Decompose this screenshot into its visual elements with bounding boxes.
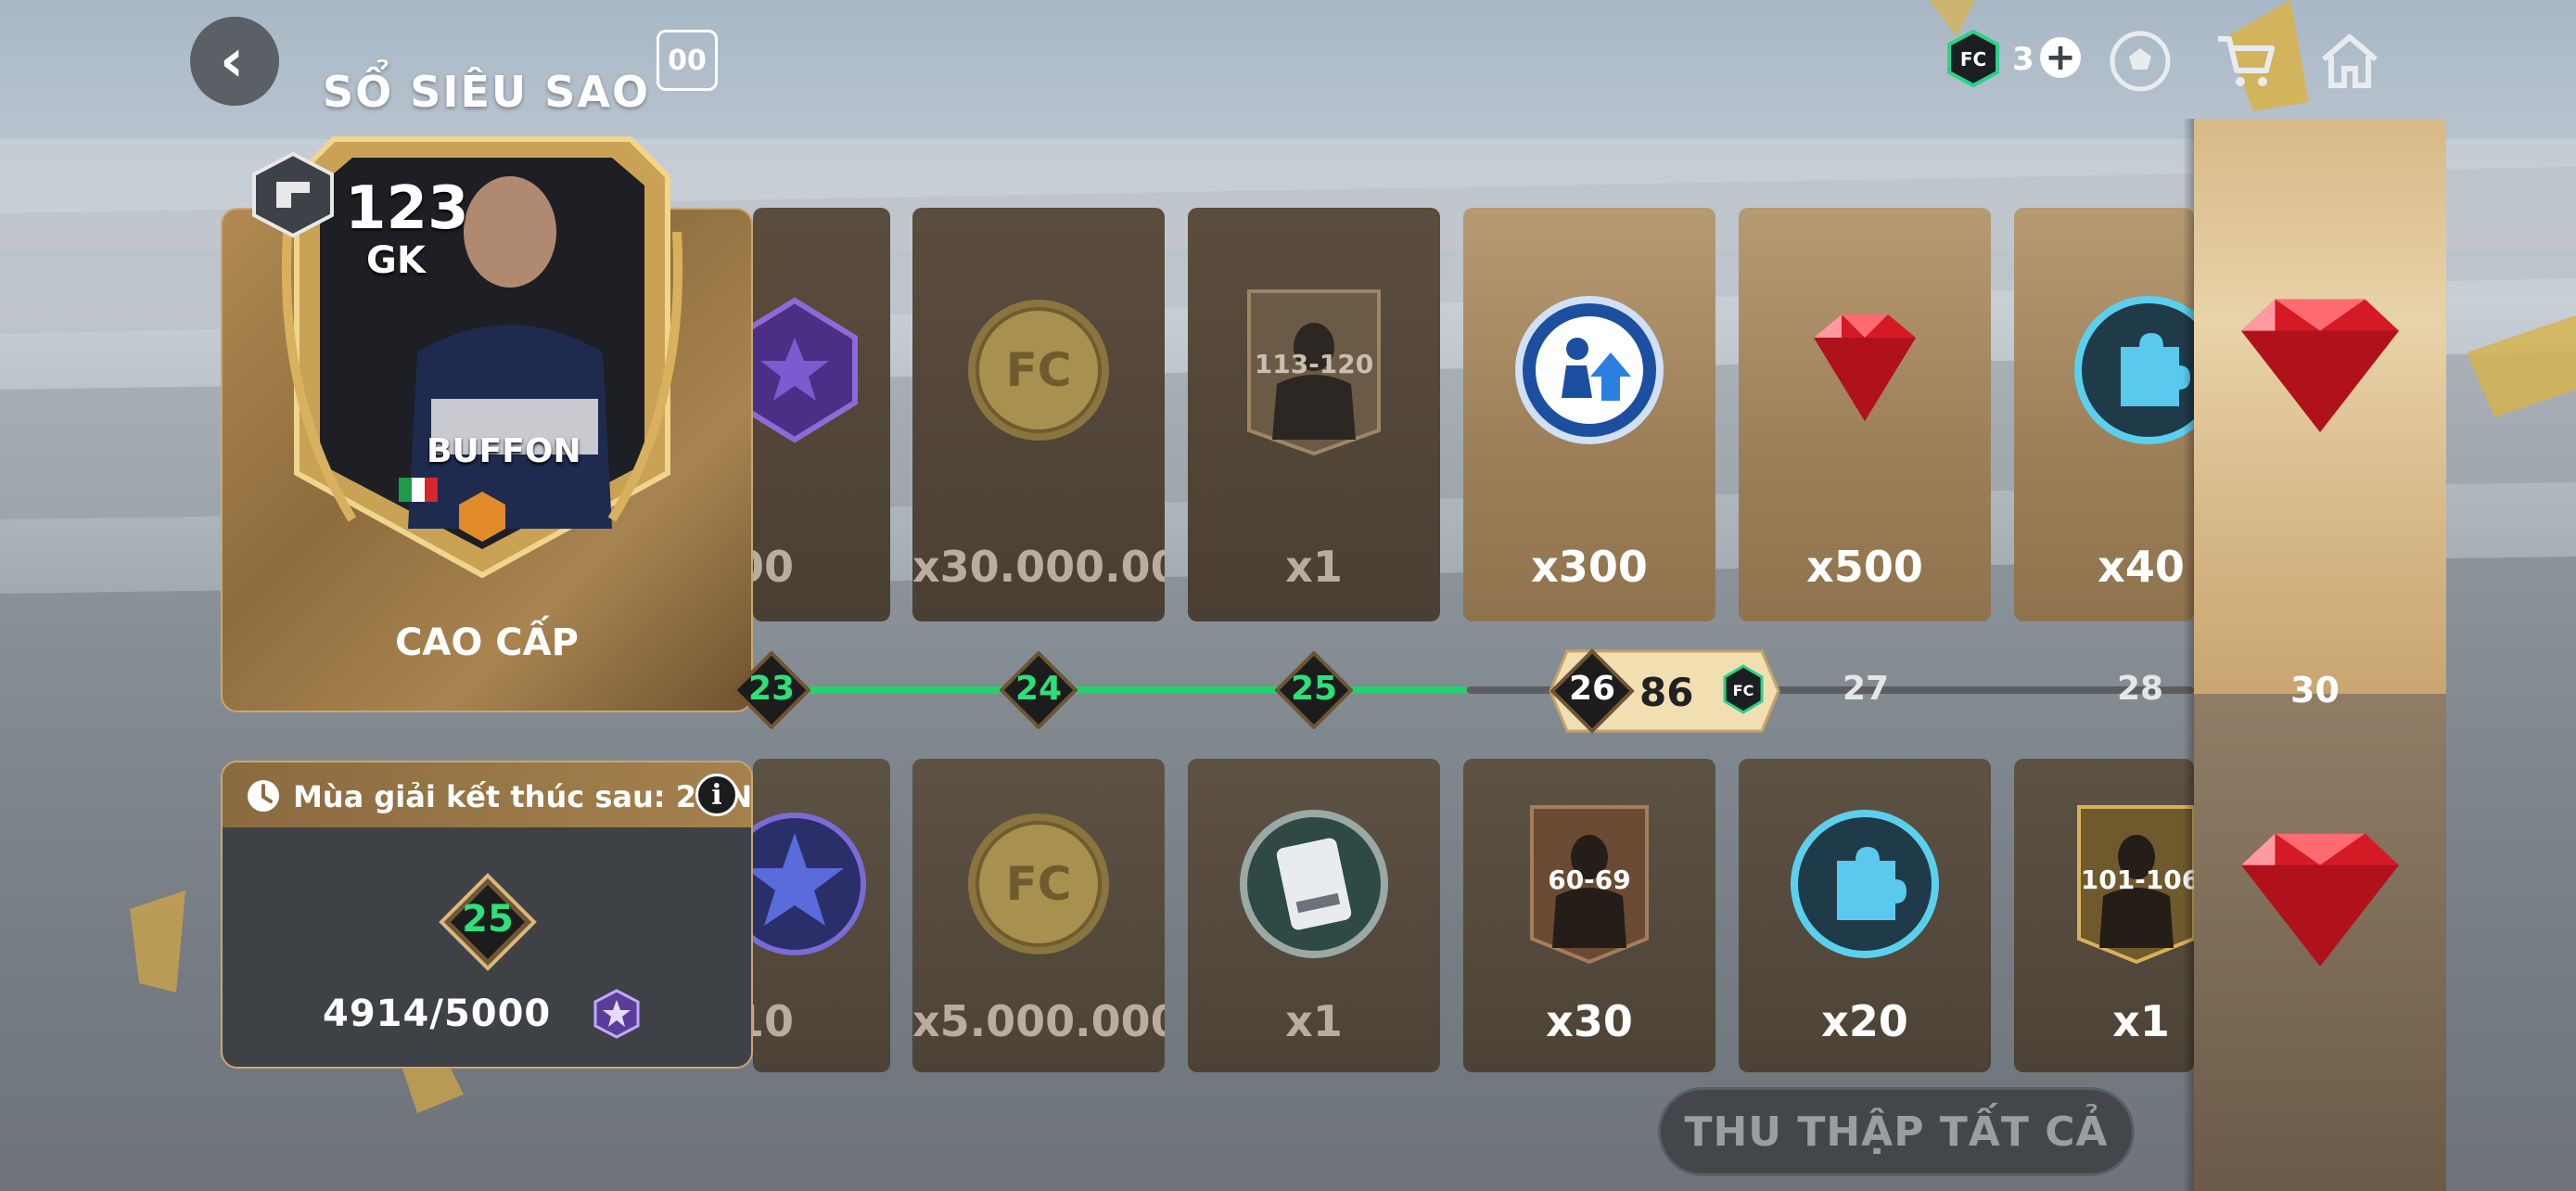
level-label-26: 26: [1568, 670, 1616, 708]
svg-text:FC: FC: [1733, 682, 1754, 699]
reward-qty: x30: [1546, 996, 1633, 1046]
add-token-button[interactable]: +: [2040, 37, 2081, 78]
reward-top-23[interactable]: 00: [753, 208, 890, 621]
reward-qty: x40: [2098, 542, 2185, 592]
reward-top-24[interactable]: FC x30.000.000: [912, 208, 1165, 621]
reward-qty: x1: [1285, 996, 1343, 1046]
home-icon: [2322, 34, 2378, 88]
reward-qty: 00: [753, 542, 794, 592]
reward-top-26[interactable]: x300: [1463, 208, 1715, 621]
reward-bottom-23[interactable]: 10: [753, 759, 890, 1072]
soccer-ball-icon: [2110, 31, 2171, 92]
red-diamond-icon: [1814, 314, 1916, 421]
clock-icon: [248, 780, 279, 812]
level-label-27: 27: [1842, 670, 1890, 708]
ticket-icon: [1240, 810, 1388, 958]
card-position: GK: [366, 239, 426, 282]
fc-coin-icon: FC: [968, 813, 1109, 954]
card-rating: 123: [345, 174, 469, 243]
reward-qty: x1: [2112, 996, 2170, 1046]
collect-all-button[interactable]: THU THẬP TẤT CẢ: [1658, 1087, 2135, 1176]
card-player-name: BUFFON: [427, 432, 581, 470]
preview-level-label: 30: [2290, 670, 2340, 711]
reward-qty: x500: [1806, 542, 1923, 592]
reward-bottom-24[interactable]: FC x5.000.000: [912, 759, 1165, 1072]
fc-coin-icon: FC: [968, 300, 1109, 441]
ball-button[interactable]: [2103, 24, 2177, 98]
card-program-icon: [252, 151, 334, 238]
reward-bottom-25[interactable]: x1: [1188, 759, 1440, 1072]
level-label-25: 25: [1290, 670, 1338, 708]
cart-icon: [2218, 36, 2275, 86]
puzzle-piece-icon: [1791, 810, 1939, 958]
page-title: SỔ SIÊU SAO: [323, 67, 651, 117]
reward-top-25[interactable]: 113-120 x1: [1188, 208, 1440, 621]
svg-text:FC: FC: [1006, 343, 1072, 397]
level-label-24: 24: [1014, 670, 1063, 708]
reward-top-27[interactable]: x500: [1739, 208, 1991, 621]
plus-icon: +: [2045, 36, 2076, 79]
red-diamond-icon: [2241, 833, 2399, 967]
preview-reward-bottom[interactable]: [2194, 694, 2446, 1191]
current-level-number: 25: [462, 898, 514, 941]
purple-gem-icon: [753, 297, 858, 443]
chevron-left-icon: ‹: [219, 27, 245, 96]
red-diamond-icon: [2241, 299, 2399, 432]
back-button[interactable]: ‹: [190, 17, 279, 106]
reward-top-28[interactable]: x40: [2014, 208, 2194, 621]
info-icon[interactable]: i: [695, 774, 738, 816]
reward-qty: 10: [753, 996, 794, 1046]
season-progress: 4914/5000: [323, 992, 552, 1035]
reward-qty: x5.000.000: [912, 996, 1165, 1046]
pack-range-label: 113-120: [1254, 349, 1374, 379]
puzzle-piece-icon: [2074, 296, 2194, 444]
pack-range-label: 60-69: [1548, 864, 1631, 895]
player-card-image: [281, 136, 683, 579]
fc-star-emblem-icon: [753, 813, 866, 955]
reward-bottom-28[interactable]: 101-106 x1: [2014, 759, 2194, 1072]
reward-qty: x1: [1285, 542, 1343, 592]
reward-qty: x300: [1531, 542, 1648, 592]
age-rating-badge: 00: [657, 30, 718, 91]
purple-star-icon: [593, 989, 640, 1039]
home-button[interactable]: [2313, 24, 2387, 98]
level-label-23: 23: [747, 670, 796, 708]
token-count: 3: [2012, 41, 2034, 78]
preview-reward-top[interactable]: [2194, 119, 2446, 694]
reward-qty: x20: [1821, 996, 1908, 1046]
shop-button[interactable]: [2209, 24, 2283, 98]
reward-bottom-26[interactable]: 60-69 x30: [1463, 759, 1715, 1072]
training-boost-icon: [1515, 296, 1664, 444]
reward-bottom-27[interactable]: x20: [1739, 759, 1991, 1072]
reward-qty: x30.000.000: [912, 542, 1165, 592]
pack-range-label: 101-106: [2080, 864, 2194, 895]
level-label-28: 28: [2116, 670, 2164, 708]
current-points: 86: [1639, 670, 1694, 715]
svg-text:FC: FC: [1960, 48, 1986, 70]
fc-token-icon: FC: [1947, 30, 1999, 87]
card-tier-label: CAO CẤP: [395, 621, 579, 664]
svg-text:FC: FC: [1006, 857, 1072, 911]
